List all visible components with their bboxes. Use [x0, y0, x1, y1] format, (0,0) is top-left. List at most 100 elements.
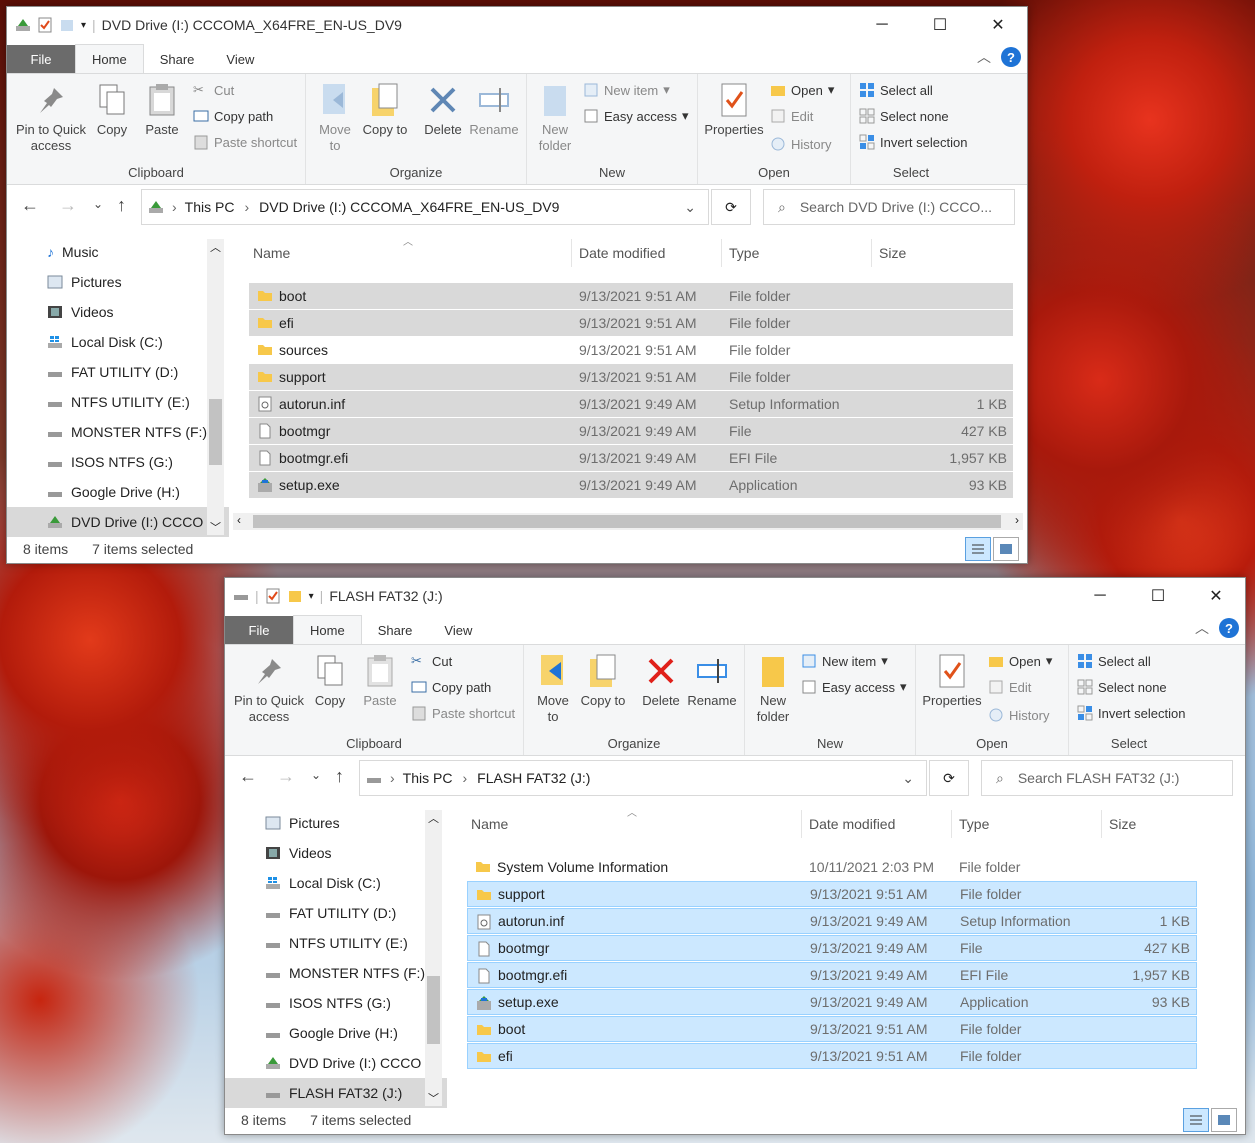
pin-to-quick-access-button[interactable]: Pin to Quick access: [229, 651, 309, 725]
properties-quick-icon[interactable]: [265, 588, 281, 604]
file-row[interactable]: support 9/13/2021 9:51 AM File folder: [249, 364, 1013, 390]
invert-selection-button[interactable]: Invert selection: [859, 134, 967, 150]
address-dropdown-icon[interactable]: ⌄: [902, 770, 914, 787]
delete-button[interactable]: Delete: [418, 80, 468, 138]
nav-item-monster-ntfs[interactable]: MONSTER NTFS (F:): [225, 958, 447, 988]
file-row[interactable]: efi 9/13/2021 9:51 AM File folder: [249, 310, 1013, 336]
help-icon[interactable]: ?: [1001, 47, 1021, 67]
column-header-name[interactable]: Name: [253, 245, 290, 261]
nav-item-google-drive[interactable]: Google Drive (H:): [7, 477, 229, 507]
nav-item-flash-fat32[interactable]: FLASH FAT32 (J:): [225, 1078, 447, 1108]
up-arrow-icon[interactable]: ↑: [335, 766, 344, 787]
large-icons-view-icon[interactable]: [1211, 1108, 1237, 1132]
help-icon[interactable]: ?: [1219, 618, 1239, 638]
history-button[interactable]: History: [988, 707, 1049, 723]
copy-to-button[interactable]: Copy to: [580, 651, 626, 709]
column-header-type[interactable]: Type: [959, 816, 989, 832]
select-all-button[interactable]: Select all: [1077, 653, 1151, 669]
file-row[interactable]: boot 9/13/2021 9:51 AM File folder: [467, 1016, 1197, 1042]
address-box[interactable]: › This PC › FLASH FAT32 (J:) ⌄: [359, 760, 927, 796]
nav-item-fat-utility[interactable]: FAT UTILITY (D:): [7, 357, 229, 387]
recent-locations-icon[interactable]: ⌄: [311, 768, 321, 782]
file-row[interactable]: autorun.inf 9/13/2021 9:49 AM Setup Inform…: [249, 391, 1013, 417]
move-to-button[interactable]: Move to: [314, 80, 356, 154]
address-dropdown-icon[interactable]: ⌄: [684, 199, 696, 216]
copy-to-button[interactable]: Copy to: [362, 80, 408, 138]
breadcrumb-current[interactable]: FLASH FAT32 (J:): [477, 770, 590, 786]
nav-scrollbar[interactable]: ︿ ﹀: [425, 810, 442, 1106]
refresh-button[interactable]: ⟳: [711, 189, 751, 225]
tab-file[interactable]: File: [7, 45, 75, 73]
close-button[interactable]: ✕: [969, 7, 1027, 43]
new-folder-quick-icon[interactable]: [287, 588, 303, 604]
select-none-button[interactable]: Select none: [1077, 679, 1167, 695]
nav-item-monster-ntfs[interactable]: MONSTER NTFS (F:): [7, 417, 229, 447]
copy-button[interactable]: Copy: [309, 651, 351, 709]
nav-item-ntfs-utility[interactable]: NTFS UTILITY (E:): [7, 387, 229, 417]
close-button[interactable]: ✕: [1187, 578, 1245, 614]
scroll-up-icon[interactable]: ︿: [425, 810, 442, 826]
maximize-button[interactable]: ☐: [911, 7, 969, 43]
nav-item-local-disk[interactable]: Local Disk (C:): [7, 327, 229, 357]
edit-button[interactable]: Edit: [988, 679, 1031, 695]
new-item-button[interactable]: New item ▾: [583, 82, 670, 98]
customize-quick-access-icon[interactable]: ▾: [81, 20, 86, 31]
easy-access-button[interactable]: Easy access ▾: [583, 108, 689, 124]
nav-item-dvd-drive[interactable]: DVD Drive (I:) CCCO: [225, 1048, 447, 1078]
properties-button[interactable]: Properties: [702, 80, 766, 138]
paste-shortcut-button[interactable]: Paste shortcut: [193, 134, 297, 150]
file-row[interactable]: setup.exe 9/13/2021 9:49 AM Application 93 …: [467, 989, 1197, 1015]
tab-share[interactable]: Share: [362, 616, 429, 644]
tab-share[interactable]: Share: [144, 45, 211, 73]
rename-button[interactable]: Rename: [686, 651, 738, 709]
tab-home[interactable]: Home: [293, 615, 362, 644]
nav-scrollbar[interactable]: ︿ ﹀: [207, 239, 224, 535]
scroll-up-icon[interactable]: ︿: [207, 239, 224, 255]
nav-item-isos-ntfs[interactable]: ISOS NTFS (G:): [7, 447, 229, 477]
cut-button[interactable]: ✂ Cut: [193, 82, 234, 98]
column-header-type[interactable]: Type: [729, 245, 759, 261]
breadcrumb-current[interactable]: DVD Drive (I:) CCCOMA_X64FRE_EN-US_DV9: [259, 199, 559, 215]
customize-quick-access-icon[interactable]: ▾: [309, 591, 314, 602]
new-folder-quick-icon[interactable]: [59, 17, 75, 33]
hscroll-thumb[interactable]: [253, 515, 1001, 528]
new-item-button[interactable]: New item ▾: [801, 653, 888, 669]
back-arrow-icon[interactable]: ←: [239, 766, 257, 787]
nav-item-google-drive[interactable]: Google Drive (H:): [225, 1018, 447, 1048]
forward-arrow-icon[interactable]: →: [59, 195, 77, 216]
nav-item-local-disk[interactable]: Local Disk (C:): [225, 868, 447, 898]
details-view-icon[interactable]: [1183, 1108, 1209, 1132]
nav-item-videos[interactable]: Videos: [225, 838, 447, 868]
recent-locations-icon[interactable]: ⌄: [93, 197, 103, 211]
minimize-button[interactable]: ─: [853, 7, 911, 43]
delete-button[interactable]: Delete: [636, 651, 686, 709]
pin-to-quick-access-button[interactable]: Pin to Quick access: [11, 80, 91, 154]
nav-item-fat-utility[interactable]: FAT UTILITY (D:): [225, 898, 447, 928]
rename-button[interactable]: Rename: [468, 80, 520, 138]
open-button[interactable]: Open ▾: [988, 653, 1052, 669]
up-arrow-icon[interactable]: ↑: [117, 195, 126, 216]
forward-arrow-icon[interactable]: →: [277, 766, 295, 787]
file-row[interactable]: System Volume Information 10/11/2021 2:03…: [467, 854, 1197, 880]
tab-home[interactable]: Home: [75, 44, 144, 73]
invert-selection-button[interactable]: Invert selection: [1077, 705, 1185, 721]
file-row[interactable]: autorun.inf 9/13/2021 9:49 AM Setup Inform…: [467, 908, 1197, 934]
select-all-button[interactable]: Select all: [859, 82, 933, 98]
select-none-button[interactable]: Select none: [859, 108, 949, 124]
history-button[interactable]: History: [770, 136, 831, 152]
scroll-down-icon[interactable]: ﹀: [425, 1090, 442, 1106]
scroll-thumb[interactable]: [209, 399, 222, 465]
file-row[interactable]: support 9/13/2021 9:51 AM File folder: [467, 881, 1197, 907]
address-box[interactable]: › This PC › DVD Drive (I:) CCCOMA_X64FRE…: [141, 189, 709, 225]
breadcrumb-this-pc[interactable]: This PC: [403, 770, 453, 786]
tab-view[interactable]: View: [210, 45, 270, 73]
edit-button[interactable]: Edit: [770, 108, 813, 124]
properties-quick-icon[interactable]: [37, 17, 53, 33]
cut-button[interactable]: ✂ Cut: [411, 653, 452, 669]
paste-button[interactable]: Paste: [359, 651, 401, 709]
copy-button[interactable]: Copy: [91, 80, 133, 138]
copy-path-button[interactable]: Copy path: [193, 108, 273, 124]
horizontal-scrollbar[interactable]: ‹ ›: [233, 513, 1023, 530]
minimize-button[interactable]: ─: [1071, 578, 1129, 614]
breadcrumb-this-pc[interactable]: This PC: [185, 199, 235, 215]
